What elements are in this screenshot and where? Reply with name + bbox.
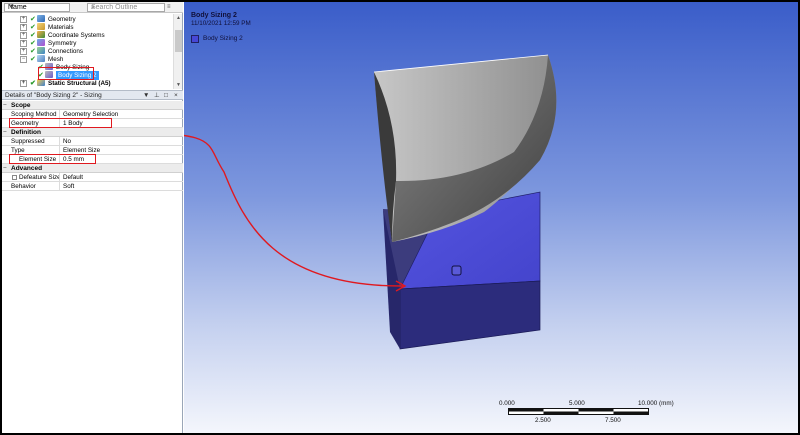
symmetry-icon	[37, 39, 45, 46]
search-icon: ⌕	[91, 4, 95, 11]
body-marker-icon	[451, 265, 462, 276]
app-window: Name ▼ Search Outline ⌕ ≡ + ✔ Geometry + ✔ M…	[2, 2, 798, 433]
highlight-geometry-row	[9, 118, 112, 128]
collapse-icon[interactable]: −	[3, 128, 10, 137]
outline-toolbar: Name ▼ Search Outline ⌕ ≡	[2, 2, 183, 13]
highlight-tree-item	[38, 67, 94, 80]
scrollbar-thumb[interactable]	[175, 30, 182, 52]
graphics-viewport[interactable]: Body Sizing 2 11/10/2021 12:59 PM Body S…	[184, 2, 798, 433]
collapse-icon[interactable]: −	[20, 56, 27, 63]
scale-label: 0.000	[499, 400, 515, 407]
close-icon[interactable]: ×	[174, 91, 178, 100]
collapse-icon[interactable]: −	[3, 164, 10, 173]
static-structural-icon	[37, 79, 45, 86]
property-value[interactable]: Default	[63, 173, 83, 182]
scroll-up-icon[interactable]: ▲	[174, 14, 183, 22]
name-filter-dropdown[interactable]: Name ▼	[4, 3, 70, 12]
details-header: Details of "Body Sizing 2" - Sizing ▼ ⊥ …	[2, 90, 183, 100]
row-defeature-size[interactable]: Defeature Size Default	[2, 173, 183, 182]
row-suppressed[interactable]: Suppressed No	[2, 137, 183, 146]
collapse-icon[interactable]: −	[3, 101, 10, 110]
scale-label: 10.000 (mm)	[638, 400, 674, 407]
left-panel: Name ▼ Search Outline ⌕ ≡ + ✔ Geometry + ✔ M…	[2, 2, 183, 433]
tree-item-static-structural[interactable]: + ✔ Static Structural (A5)	[20, 79, 111, 88]
annotation-arrow	[184, 134, 405, 287]
scroll-down-icon[interactable]: ▼	[174, 81, 183, 89]
maximize-icon[interactable]: □	[164, 91, 168, 100]
scale-label: 5.000	[569, 400, 585, 407]
checkbox[interactable]	[12, 175, 17, 180]
check-icon: ✔	[30, 56, 36, 63]
expand-icon[interactable]: +	[20, 80, 27, 87]
section-scope[interactable]: − Scope	[2, 101, 183, 110]
expand-icon[interactable]: +	[20, 48, 27, 55]
section-label: Definition	[11, 129, 41, 136]
scale-label: 2.500	[535, 417, 551, 424]
property-name: Defeature Size	[19, 173, 60, 182]
scale-ruler	[508, 408, 649, 415]
details-title: Details of "Body Sizing 2" - Sizing	[5, 92, 102, 99]
coordinate-systems-icon	[37, 31, 45, 38]
property-name: Suppressed	[11, 137, 60, 146]
section-definition[interactable]: − Definition	[2, 128, 183, 137]
materials-icon	[37, 23, 45, 30]
pin-icon[interactable]: ⊥	[154, 91, 160, 100]
highlight-element-size-row	[9, 154, 96, 164]
expand-icon[interactable]: +	[20, 16, 27, 23]
section-advanced[interactable]: − Advanced	[2, 164, 183, 173]
section-label: Scope	[11, 102, 31, 109]
expand-icon[interactable]: +	[20, 24, 27, 31]
model-scene[interactable]	[184, 2, 798, 433]
scale-label: 7.500	[605, 417, 621, 424]
property-value[interactable]: No	[63, 137, 71, 146]
row-behavior[interactable]: Behavior Soft	[2, 182, 183, 191]
property-value[interactable]: Soft	[63, 182, 74, 191]
tree-item-label: Static Structural (A5)	[48, 80, 111, 87]
chevron-down-icon: ▼	[9, 4, 15, 10]
geometry-icon	[37, 15, 45, 22]
outline-options-icon[interactable]: ≡	[167, 4, 179, 11]
outline-scrollbar[interactable]: ▲ ▼	[173, 14, 182, 89]
check-icon: ✔	[30, 80, 36, 87]
section-label: Advanced	[11, 165, 43, 172]
connections-icon	[37, 47, 45, 54]
expand-icon[interactable]: +	[20, 40, 27, 47]
cube-front-face	[399, 280, 541, 350]
search-outline-input[interactable]: Search Outline ⌕	[87, 3, 165, 12]
expand-icon[interactable]: +	[20, 32, 27, 39]
property-name: Behavior	[11, 182, 60, 191]
mesh-icon	[37, 55, 45, 62]
panel-menu-icon[interactable]: ▼	[143, 91, 149, 100]
